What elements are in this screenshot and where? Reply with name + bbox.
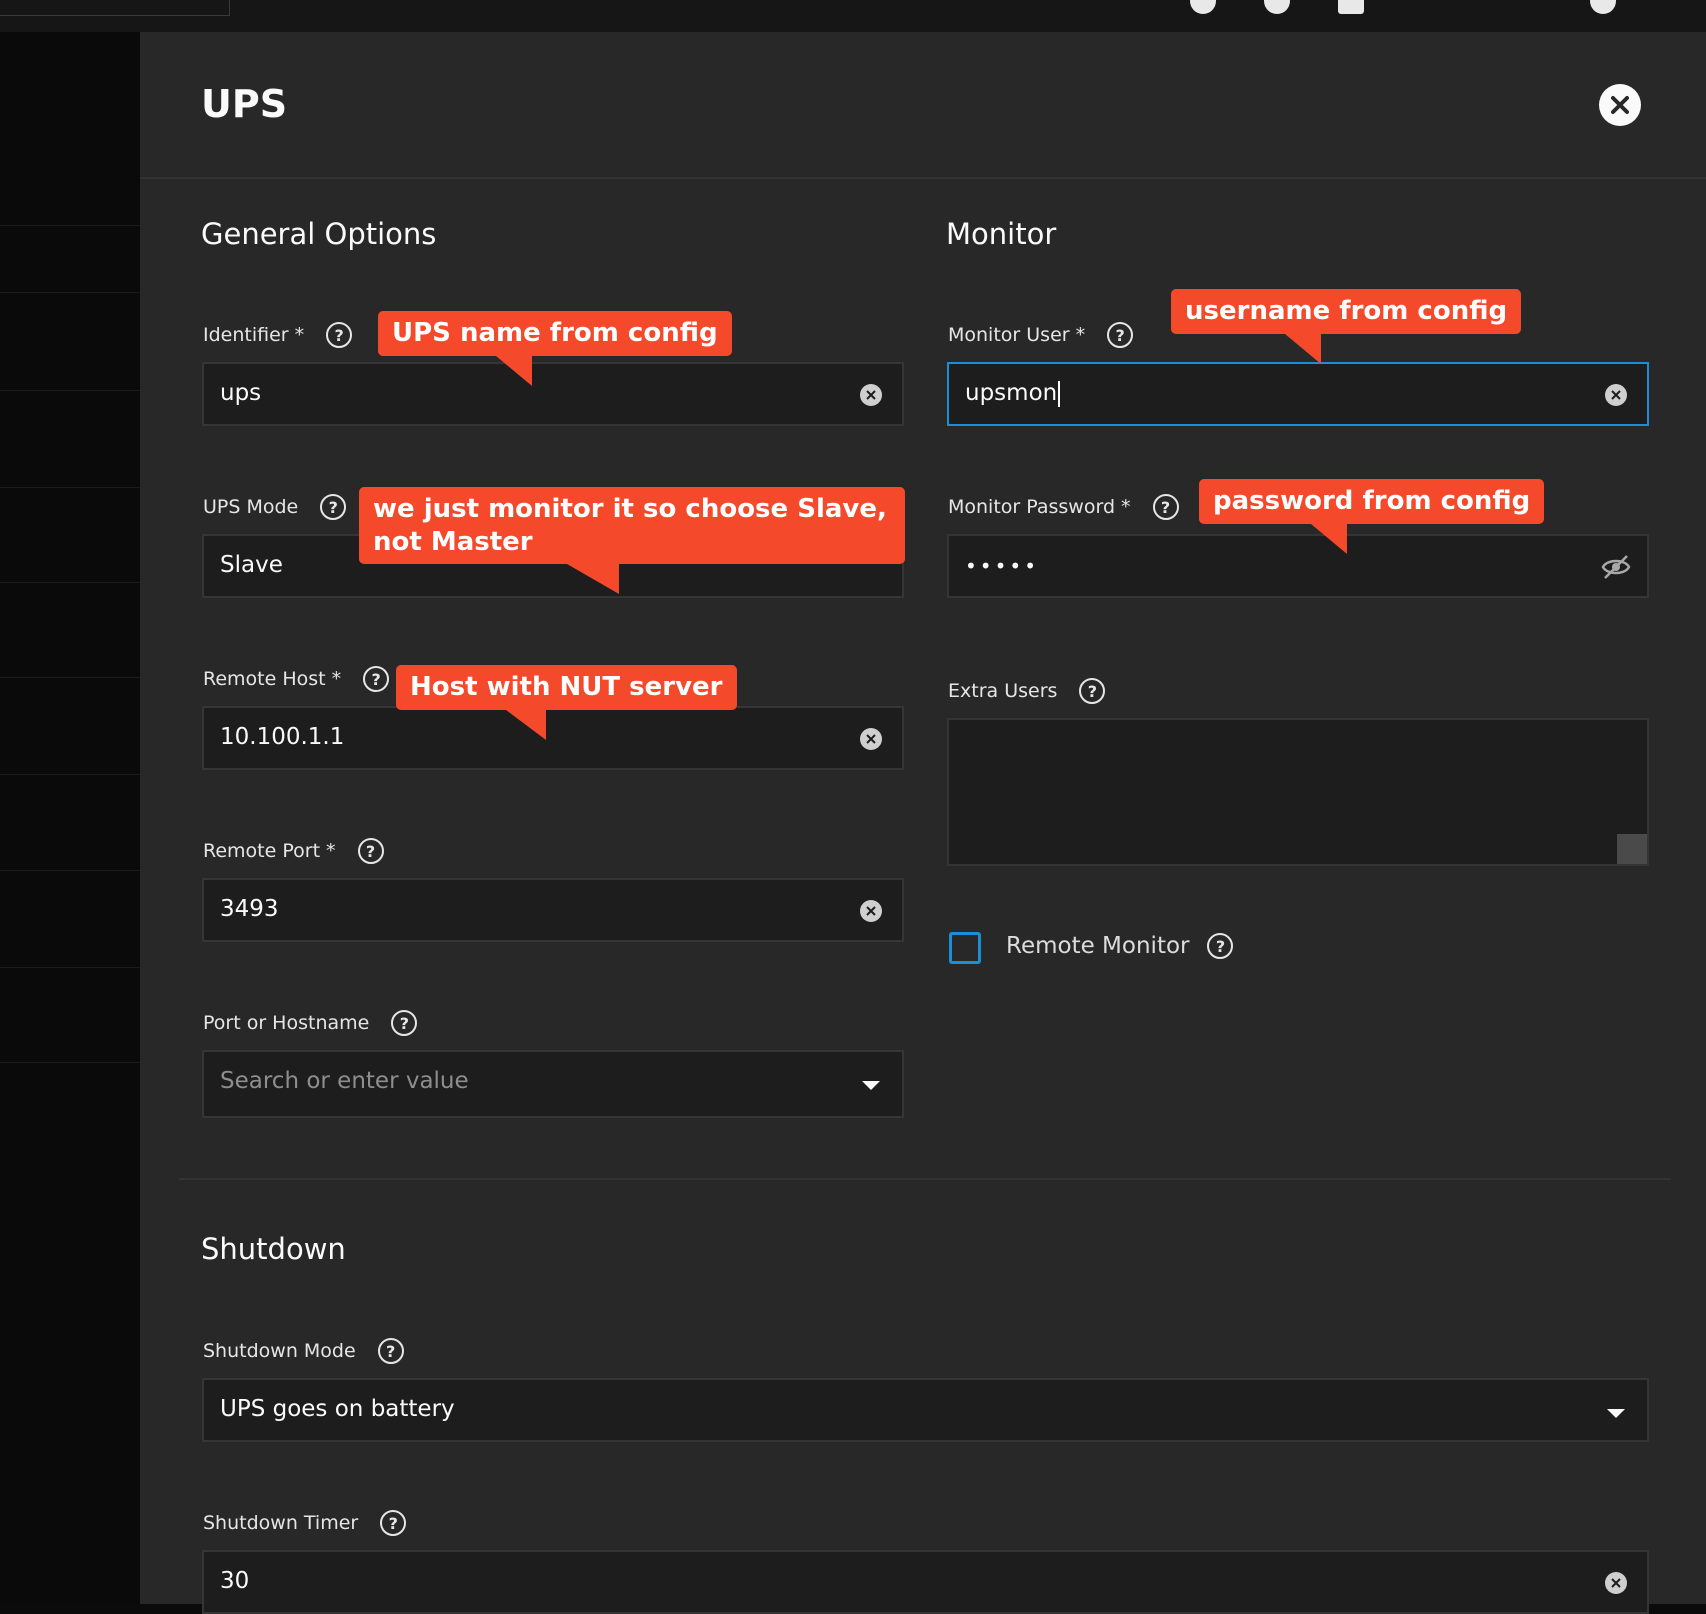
clear-icon[interactable]: [1605, 384, 1627, 406]
topbar-search[interactable]: [0, 0, 230, 16]
sidebar-item[interactable]: [0, 582, 140, 583]
help-icon[interactable]: ?: [363, 666, 390, 692]
monitor-user-input[interactable]: upsmon: [947, 362, 1649, 426]
remote-port-input[interactable]: 3493: [202, 878, 904, 942]
port-hostname-label-text: Port or Hostname: [203, 1012, 370, 1034]
identifier-label: Identifier * ?: [203, 322, 353, 348]
help-icon[interactable]: ?: [357, 838, 384, 864]
page-title: UPS: [201, 82, 288, 126]
identifier-input[interactable]: ups: [202, 362, 904, 426]
close-icon: [1611, 96, 1629, 114]
identifier-value: ups: [220, 380, 262, 406]
extra-users-label: Extra Users ?: [948, 678, 1106, 704]
ups-mode-label-text: UPS Mode: [203, 496, 299, 518]
help-icon[interactable]: ?: [1079, 678, 1106, 704]
remote-port-label-text: Remote Port *: [203, 840, 336, 862]
help-icon[interactable]: ?: [377, 1338, 404, 1364]
help-icon[interactable]: ?: [391, 1010, 418, 1036]
remote-host-input[interactable]: 10.100.1.1: [202, 706, 904, 770]
identifier-label-text: Identifier *: [203, 324, 305, 346]
clear-icon[interactable]: [860, 384, 882, 406]
close-button[interactable]: [1599, 84, 1641, 126]
shutdown-title: Shutdown: [201, 1232, 346, 1266]
section-divider: [179, 1178, 1671, 1180]
help-icon[interactable]: ?: [1207, 933, 1234, 959]
monitor-user-value-wrap: upsmon: [965, 380, 1061, 407]
sidebar-item[interactable]: [0, 390, 140, 391]
sidebar-item[interactable]: [0, 1062, 140, 1063]
shutdown-mode-label-text: Shutdown Mode: [203, 1340, 356, 1362]
help-icon[interactable]: ?: [380, 1510, 407, 1536]
annotation-remote-host: Host with NUT server: [396, 665, 737, 739]
help-icon[interactable]: ?: [1107, 322, 1134, 348]
sidebar-item[interactable]: [0, 870, 140, 871]
remote-host-label-text: Remote Host *: [203, 668, 342, 690]
sidebar-item[interactable]: [0, 774, 140, 775]
shutdown-mode-value: UPS goes on battery: [220, 1396, 455, 1422]
monitor-password-input[interactable]: •••••: [947, 534, 1649, 598]
sidebar-item[interactable]: [0, 292, 140, 293]
chevron-down-icon[interactable]: [862, 1081, 880, 1090]
ups-mode-value: Slave: [220, 552, 283, 578]
monitor-user-label: Monitor User * ?: [948, 322, 1134, 348]
remote-monitor-label: Remote Monitor ?: [1006, 933, 1234, 959]
shutdown-timer-value: 30: [220, 1568, 250, 1594]
sidebar-item[interactable]: [0, 967, 140, 968]
topbar-icon-4[interactable]: [1590, 0, 1616, 14]
annotation-monitor-password: password from config: [1199, 479, 1545, 553]
sidebar-item[interactable]: [0, 225, 140, 226]
remote-port-value: 3493: [220, 896, 279, 922]
shutdown-timer-label-text: Shutdown Timer: [203, 1512, 359, 1534]
clear-icon[interactable]: [860, 728, 882, 750]
annotation-ups-mode: we just monitor it so choose Slave, not …: [359, 487, 905, 594]
monitor-user-value: upsmon: [965, 380, 1058, 406]
remote-monitor-checkbox[interactable]: [949, 932, 981, 964]
text-caret: [1058, 380, 1061, 407]
chevron-down-icon[interactable]: [1607, 1409, 1625, 1418]
shutdown-mode-label: Shutdown Mode ?: [203, 1338, 404, 1364]
extra-users-textarea[interactable]: [947, 718, 1649, 866]
eye-off-icon[interactable]: [1601, 554, 1631, 584]
port-hostname-placeholder: Search or enter value: [220, 1068, 469, 1094]
remote-host-value: 10.100.1.1: [220, 724, 345, 750]
shutdown-mode-select[interactable]: UPS goes on battery: [202, 1378, 1649, 1442]
shutdown-timer-input[interactable]: 30: [202, 1550, 1649, 1614]
topbar-icon-1[interactable]: [1190, 0, 1216, 14]
general-options-title: General Options: [201, 217, 437, 251]
help-icon[interactable]: ?: [1152, 494, 1179, 520]
port-hostname-combobox[interactable]: Search or enter value: [202, 1050, 904, 1118]
monitor-user-label-text: Monitor User *: [948, 324, 1086, 346]
help-icon[interactable]: ?: [320, 494, 347, 520]
sidebar-item[interactable]: [0, 677, 140, 678]
remote-host-label: Remote Host * ?: [203, 666, 390, 692]
shutdown-timer-label: Shutdown Timer ?: [203, 1510, 407, 1536]
top-bar: [0, 0, 1706, 32]
topbar-icon-3[interactable]: [1338, 0, 1364, 14]
annotation-identifier: UPS name from config: [378, 311, 732, 385]
topbar-icon-2[interactable]: [1264, 0, 1290, 14]
remote-monitor-label-text: Remote Monitor: [1006, 933, 1190, 959]
dialog-header: UPS: [140, 32, 1706, 179]
remote-port-label: Remote Port * ?: [203, 838, 384, 864]
clear-icon[interactable]: [860, 900, 882, 922]
resize-handle[interactable]: [1617, 834, 1647, 864]
port-hostname-label: Port or Hostname ?: [203, 1010, 418, 1036]
monitor-password-label: Monitor Password * ?: [948, 494, 1179, 520]
ups-dialog: UPS General Options Identifier * ? ups U…: [140, 32, 1706, 1614]
monitor-password-value: •••••: [965, 554, 1039, 578]
annotation-monitor-user: username from config: [1171, 289, 1522, 363]
clear-icon[interactable]: [1605, 1572, 1627, 1594]
help-icon[interactable]: ?: [326, 322, 353, 348]
monitor-password-label-text: Monitor Password *: [948, 496, 1131, 518]
extra-users-label-text: Extra Users: [948, 680, 1058, 702]
monitor-title: Monitor: [946, 217, 1057, 251]
ups-mode-label: UPS Mode ?: [203, 494, 347, 520]
sidebar: [0, 32, 140, 1604]
sidebar-item[interactable]: [0, 487, 140, 488]
